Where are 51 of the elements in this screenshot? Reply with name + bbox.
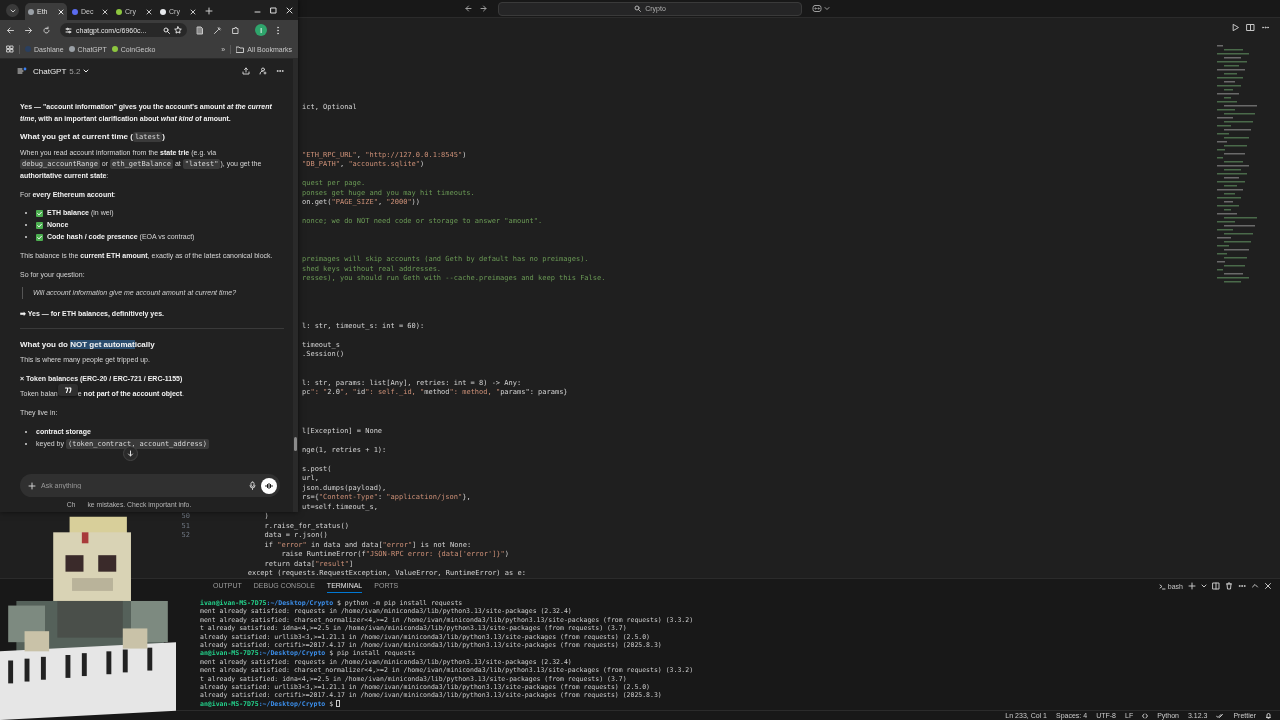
more-icon[interactable] (1238, 582, 1246, 590)
new-tab-icon[interactable] (205, 7, 213, 15)
apps-grid-icon[interactable] (6, 45, 14, 53)
site-settings-icon (65, 26, 72, 34)
share-icon[interactable] (242, 67, 250, 75)
caret-icon[interactable] (1201, 582, 1207, 590)
split-editor-icon[interactable] (1246, 22, 1255, 32)
eyedropper-icon[interactable] (213, 25, 222, 35)
search-icon (634, 5, 642, 12)
arrow-down-icon (127, 450, 134, 457)
tab-search-button[interactable] (6, 4, 19, 17)
plus-icon[interactable] (28, 481, 36, 490)
folder-icon (236, 45, 245, 53)
voice-button[interactable] (261, 477, 277, 494)
arrow-right-icon[interactable] (479, 4, 488, 13)
model-selector[interactable]: ChatGPT 5.2 (33, 66, 90, 76)
caret-icon (83, 68, 90, 74)
reload-icon[interactable] (42, 25, 51, 35)
close-icon (102, 8, 108, 15)
run-icon[interactable] (1231, 22, 1240, 32)
bell-icon[interactable] (1265, 712, 1272, 719)
close-icon (190, 8, 196, 15)
scrollbar-thumb[interactable] (294, 437, 297, 451)
close-icon[interactable] (286, 6, 293, 14)
section-heading: What you do NOT get automatically (20, 338, 156, 351)
microphone-icon[interactable] (249, 481, 256, 490)
quote-button[interactable] (57, 384, 78, 397)
close-icon (58, 8, 64, 15)
close-icon (146, 8, 152, 15)
add-person-icon[interactable] (259, 67, 267, 75)
split-terminal-icon[interactable] (1212, 582, 1220, 590)
zoom-icon (163, 26, 170, 34)
sidebar-toggle-icon[interactable] (17, 67, 27, 75)
quote-icon (63, 387, 72, 394)
waveform-icon (265, 482, 273, 489)
plus-icon[interactable] (1188, 582, 1196, 590)
chevron-up-icon[interactable] (1251, 582, 1259, 590)
caret-icon (9, 7, 16, 14)
arrow-right-icon[interactable] (24, 25, 33, 35)
arrow-left-icon[interactable] (464, 4, 473, 13)
star-icon (174, 26, 182, 34)
extensions-icon[interactable] (231, 25, 240, 35)
close-icon[interactable] (1264, 582, 1272, 590)
trash-icon[interactable] (1225, 582, 1233, 590)
maximize-icon[interactable] (270, 6, 277, 14)
arrow-left-icon[interactable] (6, 25, 15, 35)
double-check-icon (1216, 712, 1225, 719)
document-icon[interactable] (196, 25, 204, 35)
braces-icon (1142, 712, 1149, 719)
terminal-icon (1158, 582, 1166, 590)
more-icon[interactable] (276, 67, 284, 75)
